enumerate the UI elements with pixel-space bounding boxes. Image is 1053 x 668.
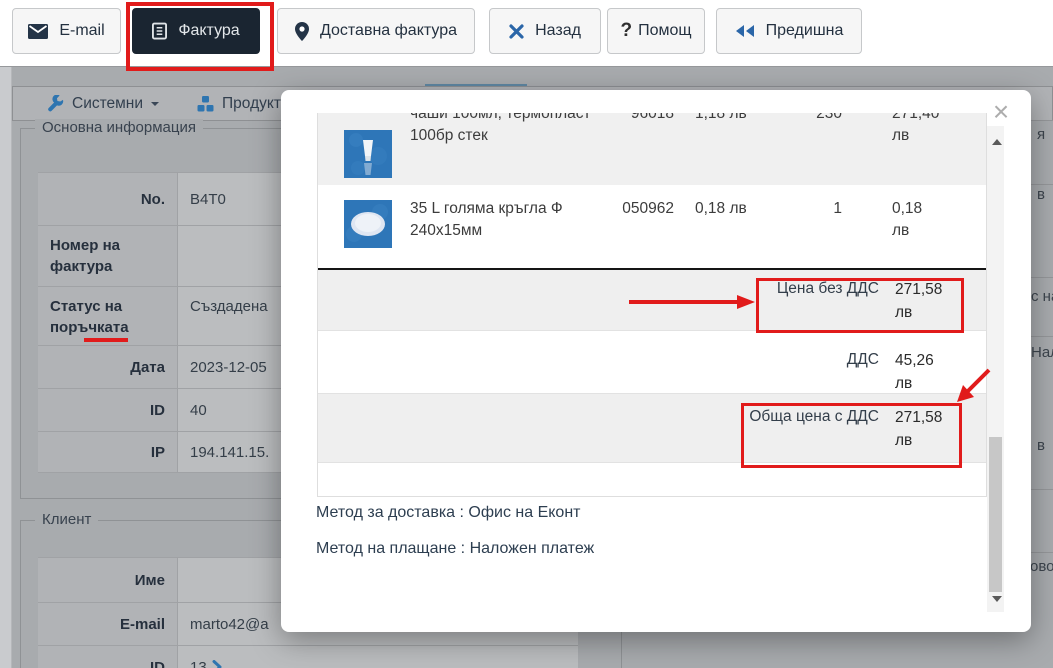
nav-item-products[interactable]: Продукти bbox=[197, 95, 290, 113]
previous-button[interactable]: Предишна bbox=[716, 8, 862, 54]
total-net-amount: 271,58 bbox=[895, 281, 943, 298]
total-vat-amount: 45,26 bbox=[895, 352, 934, 369]
products-icon bbox=[197, 95, 214, 112]
invoice-icon bbox=[152, 22, 168, 40]
total-net-label: Цена без ДДС bbox=[776, 280, 879, 297]
product-unit-price: 1,18 лв bbox=[695, 113, 747, 122]
nav-item-systems[interactable]: Системни bbox=[47, 94, 160, 113]
payment-method-text: Метод на плащане : Наложен платеж bbox=[316, 540, 595, 557]
invoice-button-label: Фактура bbox=[178, 22, 240, 39]
product-total-currency: лв bbox=[892, 127, 910, 144]
page-fragment-text: в bbox=[1037, 186, 1045, 203]
question-icon: ? bbox=[620, 20, 633, 41]
delivery-method-text: Метод за доставка : Офис на Еконт bbox=[316, 504, 581, 521]
page-fragment-text: я bbox=[1037, 126, 1046, 143]
page-fragment-text: Нал bbox=[1031, 344, 1053, 361]
scrollbar-up-arrow-icon[interactable] bbox=[992, 134, 1002, 145]
client-legend: Клиент bbox=[35, 511, 99, 528]
row-label: E-mail bbox=[38, 603, 178, 645]
page-fragment-text: ово, bbox=[1030, 558, 1053, 575]
row-label: Номер на фактура bbox=[38, 226, 178, 286]
rewind-icon bbox=[735, 24, 755, 38]
total-vat-currency: лв bbox=[895, 375, 913, 392]
row-label: No. bbox=[38, 173, 178, 225]
app-screen: E-mail Фактура Доставна фактура Назад ? … bbox=[0, 0, 1053, 668]
product-thumbnail-plate bbox=[344, 200, 392, 248]
help-button[interactable]: ? Помощ bbox=[607, 8, 705, 54]
page-left-margin bbox=[0, 66, 12, 668]
page-fragment-line bbox=[1031, 336, 1053, 337]
total-net-currency: лв bbox=[895, 304, 913, 321]
close-icon[interactable]: × bbox=[983, 94, 1019, 130]
invoice-button[interactable]: Фактура bbox=[132, 8, 260, 54]
total-row-vat: ДДС 45,26 лв bbox=[318, 331, 986, 394]
client-id-link[interactable]: 13 bbox=[178, 646, 578, 668]
product-unit-price: 0,18 лв bbox=[695, 200, 747, 217]
product-row: 35 L голяма кръгла Ф 240х15мм 050962 0,1… bbox=[318, 185, 986, 268]
chevron-right-icon bbox=[212, 660, 222, 668]
email-button[interactable]: E-mail bbox=[12, 8, 121, 54]
delivery-invoice-button-label: Доставна фактура bbox=[319, 22, 457, 39]
back-button-label: Назад bbox=[535, 22, 581, 39]
row-label: Статус на поръчката bbox=[38, 287, 178, 345]
row-label: ID bbox=[38, 646, 178, 668]
page-fragment-line bbox=[1031, 184, 1053, 185]
total-row-net: Цена без ДДС 271,58 лв bbox=[318, 270, 986, 331]
total-gross-amount: 271,58 bbox=[895, 409, 943, 426]
row-label: Име bbox=[38, 558, 178, 602]
nav-item-systems-label: Системни bbox=[72, 94, 144, 112]
help-button-label: Помощ bbox=[638, 22, 692, 39]
product-row: чаши 100мл, термопласт 100бр стек 96018 … bbox=[318, 113, 986, 185]
row-label: ID bbox=[38, 389, 178, 431]
back-button[interactable]: Назад bbox=[489, 8, 601, 54]
page-fragment-line bbox=[1031, 489, 1053, 490]
row-label: Дата bbox=[38, 346, 178, 388]
location-pin-icon bbox=[294, 21, 309, 41]
modal-scrollbar-thumb[interactable] bbox=[989, 437, 1002, 592]
chevron-down-icon bbox=[151, 102, 160, 110]
product-code: 96018 bbox=[630, 113, 674, 122]
product-thumbnail-cup bbox=[344, 130, 392, 178]
status-word-annotation-underline bbox=[84, 338, 128, 342]
row-label: IP bbox=[38, 432, 178, 472]
scrollbar-down-arrow-icon[interactable] bbox=[992, 596, 1002, 607]
total-vat-label: ДДС bbox=[846, 351, 879, 368]
product-name-line2: 100бр стек bbox=[410, 127, 488, 144]
main-info-legend: Основна информация bbox=[35, 119, 203, 136]
order-details-modal: × чаши 100мл, термопласт 100бр стек 9601… bbox=[281, 90, 1031, 632]
page-fragment-text: в bbox=[1037, 437, 1045, 454]
product-name-line1: чаши 100мл, термопласт bbox=[410, 113, 591, 122]
product-qty: 1 bbox=[833, 200, 842, 217]
table-row: ID 13 bbox=[38, 646, 578, 668]
delivery-invoice-button[interactable]: Доставна фактура bbox=[277, 8, 475, 54]
email-button-label: E-mail bbox=[59, 22, 105, 39]
page-fragment-line bbox=[1031, 552, 1053, 553]
product-code: 050962 bbox=[622, 200, 674, 217]
total-row-gross: Обща цена с ДДС 271,58 лв bbox=[318, 394, 986, 463]
previous-button-label: Предишна bbox=[765, 22, 844, 39]
product-total-amount: 0,18 bbox=[892, 200, 923, 217]
page-fragment-text: с на bbox=[1031, 288, 1053, 305]
product-total-amount: 271,40 bbox=[892, 113, 940, 122]
total-gross-currency: лв bbox=[895, 432, 913, 449]
wrench-icon bbox=[47, 95, 64, 112]
page-fragment-line bbox=[1031, 120, 1053, 121]
total-gross-label: Обща цена с ДДС bbox=[749, 408, 879, 425]
product-name-line2: 240х15мм bbox=[410, 222, 483, 239]
client-id-value: 13 bbox=[190, 658, 207, 668]
top-toolbar: E-mail Фактура Доставна фактура Назад ? … bbox=[0, 0, 1053, 67]
product-name-line1: 35 L голяма кръгла Ф bbox=[410, 200, 563, 217]
envelope-icon bbox=[28, 23, 49, 39]
nav-item-products-label: Продукти bbox=[222, 94, 290, 112]
product-qty: 230 bbox=[816, 113, 842, 122]
product-total-currency: лв bbox=[892, 222, 910, 239]
products-table: чаши 100мл, термопласт 100бр стек 96018 … bbox=[317, 113, 987, 497]
page-fragment-line bbox=[1031, 277, 1053, 278]
x-icon bbox=[509, 23, 524, 39]
